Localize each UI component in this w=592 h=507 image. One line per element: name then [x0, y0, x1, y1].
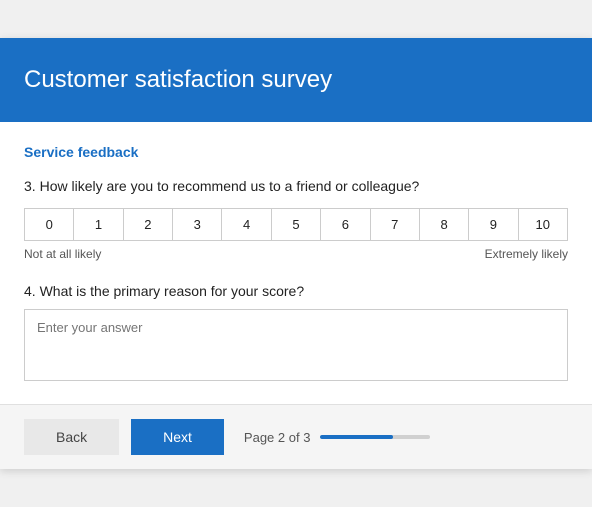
survey-footer: Back Next Page 2 of 3 [0, 404, 592, 469]
likert-label-left: Not at all likely [24, 247, 101, 261]
question-4-text: 4. What is the primary reason for your s… [24, 283, 568, 299]
progress-bar-container [320, 435, 430, 439]
likert-3[interactable]: 3 [173, 209, 222, 240]
answer-textarea[interactable] [24, 309, 568, 381]
question-3-text: 3. How likely are you to recommend us to… [24, 178, 568, 194]
likert-6[interactable]: 6 [321, 209, 370, 240]
survey-title: Customer satisfaction survey [24, 66, 568, 94]
section-title: Service feedback [24, 144, 568, 160]
likert-8[interactable]: 8 [420, 209, 469, 240]
survey-body: Service feedback 3. How likely are you t… [0, 122, 592, 404]
likert-5[interactable]: 5 [272, 209, 321, 240]
survey-header: Customer satisfaction survey [0, 38, 592, 122]
page-indicator: Page 2 of 3 [244, 430, 431, 445]
survey-container: Customer satisfaction survey Service fee… [0, 38, 592, 469]
likert-scale: 0 1 2 3 4 5 6 7 8 9 10 [24, 208, 568, 241]
likert-2[interactable]: 2 [124, 209, 173, 240]
next-button[interactable]: Next [131, 419, 224, 455]
likert-1[interactable]: 1 [74, 209, 123, 240]
back-button[interactable]: Back [24, 419, 119, 455]
progress-bar-fill [320, 435, 393, 439]
likert-labels: Not at all likely Extremely likely [24, 247, 568, 261]
likert-0[interactable]: 0 [25, 209, 74, 240]
likert-label-right: Extremely likely [485, 247, 568, 261]
likert-4[interactable]: 4 [222, 209, 271, 240]
likert-10[interactable]: 10 [519, 209, 567, 240]
page-text: Page 2 of 3 [244, 430, 311, 445]
likert-9[interactable]: 9 [469, 209, 518, 240]
likert-7[interactable]: 7 [371, 209, 420, 240]
